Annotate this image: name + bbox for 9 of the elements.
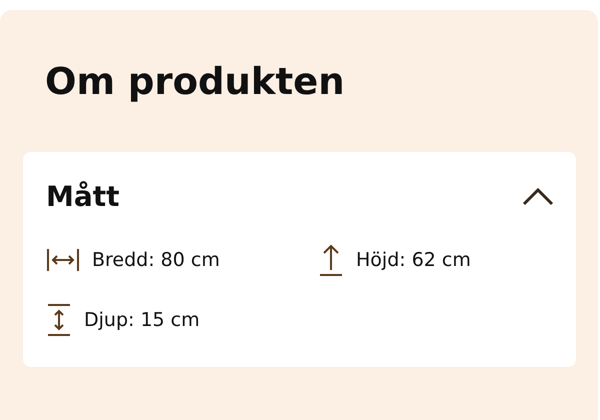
depth-arrow-icon: [46, 303, 72, 337]
accordion-title: Mått: [46, 180, 120, 213]
dimension-text: Djup: 15 cm: [84, 309, 200, 331]
chevron-icon: [522, 186, 554, 206]
up-arrow-icon: [318, 243, 344, 277]
width-arrow-icon: [46, 247, 80, 273]
section-title: Om produkten: [45, 60, 346, 104]
dimension-text: Bredd: 80 cm: [92, 249, 220, 271]
dimension-text: Höjd: 62 cm: [356, 249, 471, 271]
